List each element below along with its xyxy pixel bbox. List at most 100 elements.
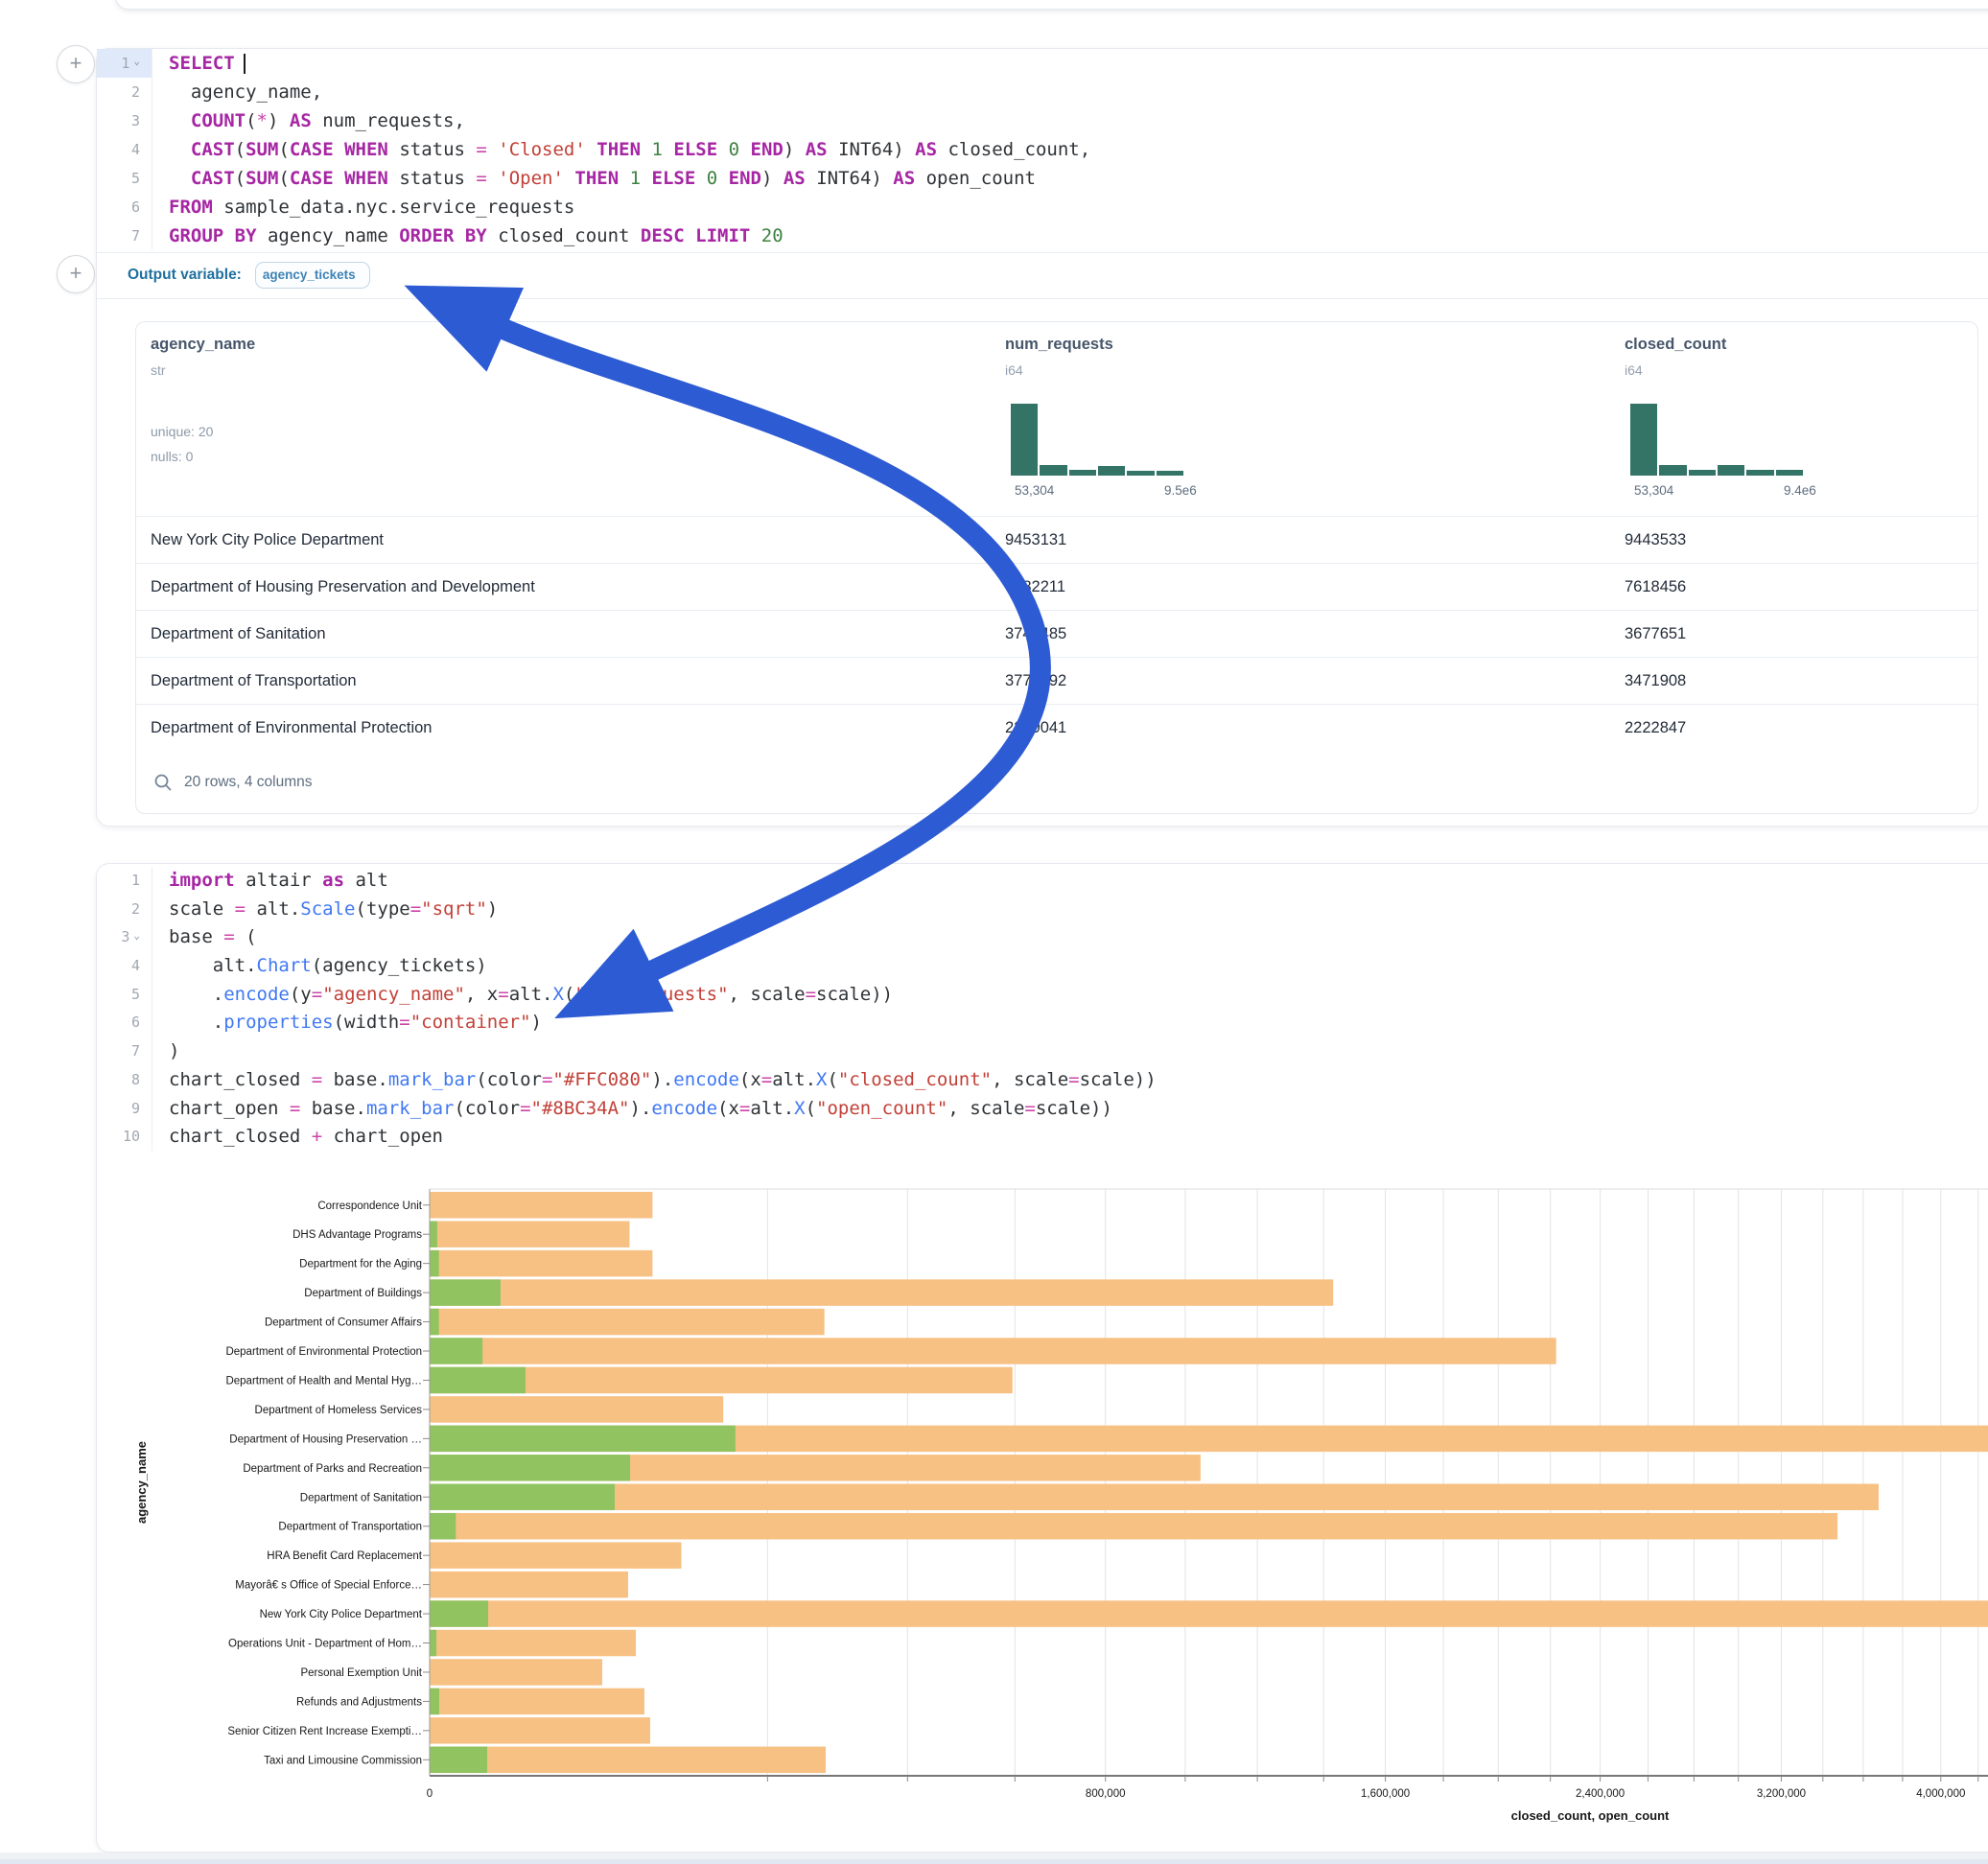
table-footer: 20 rows, 4 columns <box>136 752 1977 813</box>
line-number: 5 <box>97 164 152 193</box>
x-axis-tick-label: 3,200,000 <box>1757 1788 1806 1800</box>
table-cell: 3749485 <box>1005 611 1066 658</box>
table-cell: Department of Transportation <box>151 658 357 705</box>
table-row[interactable]: Department of Housing Preservation and D… <box>136 563 1977 611</box>
text-cursor <box>244 54 246 74</box>
code-line[interactable]: 6FROM sample_data.nyc.service_requests <box>97 193 1988 221</box>
table-row[interactable]: Department of Sanitation37494853677651 <box>136 610 1977 658</box>
sql-code-editor[interactable]: 1⌄SELECT2 agency_name,3 COUNT(*) AS num_… <box>97 49 1988 250</box>
code-line[interactable]: 1⌄SELECT <box>97 49 1988 78</box>
line-number: 3⌄ <box>97 923 152 952</box>
search-icon[interactable] <box>153 773 173 792</box>
y-axis-label: New York City Police Department <box>260 1609 423 1620</box>
column-type: i64 <box>1625 362 1643 378</box>
output-variable-pill[interactable]: agency_tickets <box>255 262 370 289</box>
table-cell: 7618456 <box>1625 564 1686 611</box>
chevron-down-icon[interactable]: ⌄ <box>133 47 140 76</box>
code-text[interactable]: CAST(SUM(CASE WHEN status = 'Open' THEN … <box>152 164 1036 193</box>
sql-cell-card: 1⌄SELECT2 agency_name,3 COUNT(*) AS num_… <box>96 48 1988 827</box>
y-axis-label: Senior Citizen Rent Increase Exempti… <box>227 1726 422 1737</box>
code-text[interactable]: .encode(y="agency_name", x=alt.X("num_re… <box>152 981 893 1010</box>
table-row[interactable]: Department of Transportation377489234719… <box>136 657 1977 705</box>
code-line[interactable]: 9chart_open = base.mark_bar(color="#8BC3… <box>97 1095 1988 1124</box>
bar-open-count <box>430 1250 439 1277</box>
line-number: 8 <box>97 1066 152 1095</box>
add-cell-button-middle[interactable]: + <box>57 255 95 293</box>
y-axis-label: Department of Buildings <box>304 1288 422 1299</box>
code-line[interactable]: 7) <box>97 1037 1988 1066</box>
bar-closed-count <box>430 1542 682 1569</box>
bar-closed-count <box>430 1250 652 1277</box>
column-stat: nulls: 0 <box>151 449 193 464</box>
code-text[interactable]: scale = alt.Scale(type="sqrt") <box>152 896 498 924</box>
line-number: 6 <box>97 193 152 221</box>
notebook-page: { "cell1": { "language": "sql", "output_… <box>0 0 1988 1864</box>
code-text[interactable]: agency_name, <box>152 78 322 106</box>
code-text[interactable]: import altair as alt <box>152 867 388 896</box>
code-text[interactable]: alt.Chart(agency_tickets) <box>152 952 487 981</box>
code-text[interactable]: chart_closed = base.mark_bar(color="#FFC… <box>152 1066 1157 1095</box>
column-histogram <box>1011 404 1183 476</box>
y-axis-label: Department of Parks and Recreation <box>243 1463 422 1475</box>
code-text[interactable]: .properties(width="container") <box>152 1009 542 1037</box>
dataframe-preview-table: agency_namestrunique: 20nulls: 0num_requ… <box>135 321 1978 814</box>
y-axis-label: DHS Advantage Programs <box>292 1229 422 1241</box>
code-line[interactable]: 3 COUNT(*) AS num_requests, <box>97 106 1988 135</box>
code-line[interactable]: 1import altair as alt <box>97 867 1988 896</box>
x-axis-tick-label: 2,400,000 <box>1576 1788 1625 1800</box>
histogram-bar <box>1659 465 1686 476</box>
line-number: 3 <box>97 106 152 135</box>
code-text[interactable]: GROUP BY agency_name ORDER BY closed_cou… <box>152 221 784 250</box>
code-text[interactable]: SELECT <box>152 49 246 78</box>
agency-bar-chart: Correspondence UnitDHS Advantage Program… <box>96 1175 1988 1849</box>
code-text[interactable]: base = ( <box>152 923 257 952</box>
histogram-bar <box>1127 471 1154 476</box>
code-text[interactable]: CAST(SUM(CASE WHEN status = 'Closed' THE… <box>152 135 1090 164</box>
column-type: str <box>151 362 166 378</box>
code-text[interactable]: chart_open = base.mark_bar(color="#8BC34… <box>152 1095 1112 1124</box>
line-number: 7 <box>97 1037 152 1066</box>
table-cell: 9443533 <box>1625 517 1686 564</box>
x-axis-tick-label: 4,000,000 <box>1916 1788 1965 1800</box>
y-axis-label: Department of Sanitation <box>300 1492 422 1503</box>
divider <box>97 298 1988 299</box>
code-line[interactable]: 8chart_closed = base.mark_bar(color="#FF… <box>97 1066 1988 1095</box>
code-line[interactable]: 5 .encode(y="agency_name", x=alt.X("num_… <box>97 981 1988 1010</box>
histogram-bar <box>1630 404 1657 476</box>
chevron-down-icon[interactable]: ⌄ <box>133 921 140 950</box>
python-code-editor[interactable]: 1import altair as alt2scale = alt.Scale(… <box>97 867 1988 1152</box>
code-text[interactable]: COUNT(*) AS num_requests, <box>152 106 465 135</box>
code-text[interactable]: ) <box>152 1037 179 1066</box>
code-line[interactable]: 3⌄base = ( <box>97 923 1988 952</box>
table-row[interactable]: Department of Environmental Protection22… <box>136 704 1977 752</box>
code-text[interactable]: chart_closed + chart_open <box>152 1123 443 1152</box>
line-number: 9 <box>97 1095 152 1124</box>
table-row[interactable]: New York City Police Department945313194… <box>136 516 1977 564</box>
x-axis-tick-label: 800,000 <box>1086 1788 1126 1800</box>
bar-closed-count <box>430 1717 650 1744</box>
code-line[interactable]: 6 .properties(width="container") <box>97 1009 1988 1037</box>
bar-open-count <box>430 1689 439 1715</box>
bar-closed-count <box>430 1572 628 1598</box>
bar-closed-count <box>430 1279 1333 1306</box>
code-line[interactable]: 10chart_closed + chart_open <box>97 1123 1988 1152</box>
y-axis-label: Department for the Aging <box>299 1259 422 1270</box>
code-line[interactable]: 4 alt.Chart(agency_tickets) <box>97 952 1988 981</box>
y-axis-label: HRA Benefit Card Replacement <box>267 1550 423 1562</box>
add-cell-button-top[interactable]: + <box>57 45 95 83</box>
histogram-max-label: 9.5e6 <box>1164 483 1197 498</box>
y-axis-label: Department of Consumer Affairs <box>265 1317 422 1329</box>
bar-open-count <box>430 1513 456 1540</box>
code-line[interactable]: 5 CAST(SUM(CASE WHEN status = 'Open' THE… <box>97 164 1988 193</box>
table-cell: 3677651 <box>1625 611 1686 658</box>
bar-closed-count <box>430 1630 636 1657</box>
code-line[interactable]: 7GROUP BY agency_name ORDER BY closed_co… <box>97 221 1988 250</box>
code-line[interactable]: 2 agency_name, <box>97 78 1988 106</box>
code-line[interactable]: 2scale = alt.Scale(type="sqrt") <box>97 896 1988 924</box>
bar-closed-count <box>430 1600 1988 1627</box>
code-line[interactable]: 4 CAST(SUM(CASE WHEN status = 'Closed' T… <box>97 135 1988 164</box>
bar-closed-count <box>430 1659 602 1686</box>
bar-open-count <box>430 1747 487 1774</box>
previous-cell-bottom-edge <box>115 0 1988 10</box>
code-text[interactable]: FROM sample_data.nyc.service_requests <box>152 193 574 221</box>
